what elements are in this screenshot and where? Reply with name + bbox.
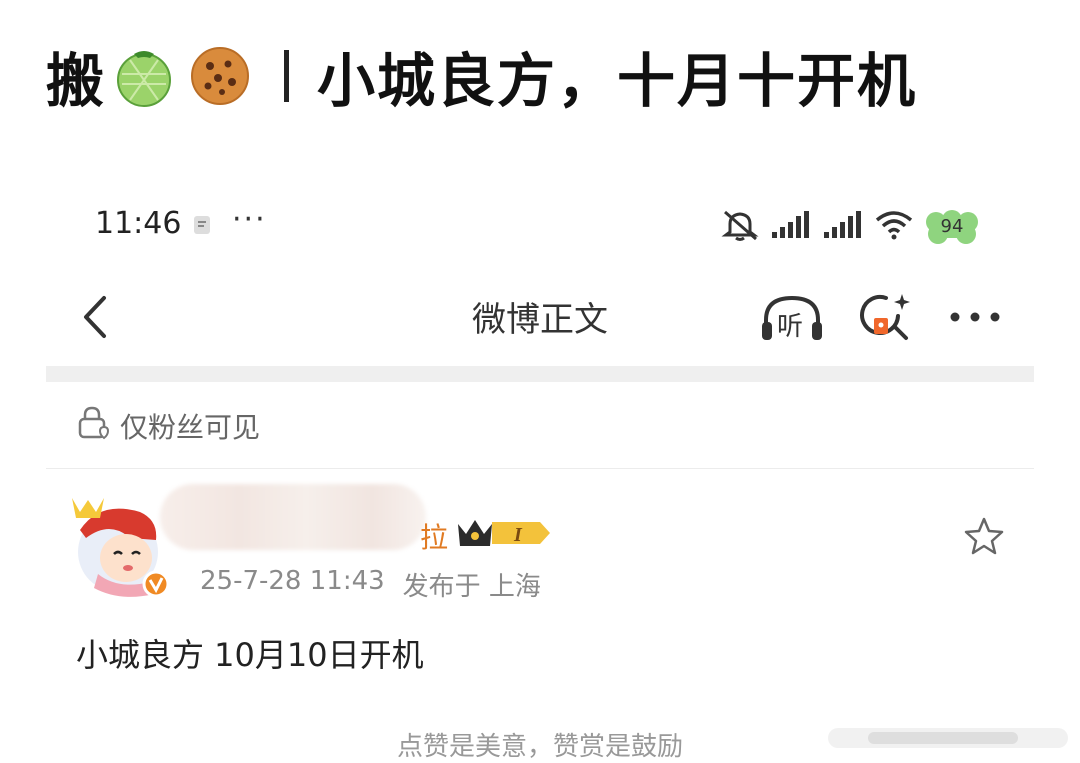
- headline-title: 小城良方，十月十开机: [317, 47, 918, 115]
- post-meta: 25-7-28 11:43 发布于 上海: [200, 566, 541, 603]
- more-icon[interactable]: [948, 307, 1002, 331]
- post-location: 发布于 上海: [402, 572, 541, 602]
- status-time: 11:46: [95, 206, 182, 241]
- mute-bell-icon: [720, 208, 760, 246]
- status-more-dots: ···: [232, 202, 267, 237]
- divider-line: [46, 468, 1034, 469]
- signal-icon-2: [822, 210, 864, 244]
- post-timestamp: 25-7-28 11:43: [200, 566, 385, 596]
- status-bar: 11:46 ··· 94: [0, 200, 1080, 256]
- favorite-star-icon[interactable]: [964, 516, 1004, 556]
- headline-prefix: 搬: [46, 47, 107, 115]
- signal-icon: [770, 210, 812, 244]
- cookie-emoji-icon: [188, 44, 252, 108]
- username-visible-part[interactable]: 拉: [420, 516, 448, 556]
- listen-icon[interactable]: 听: [760, 292, 824, 346]
- app-notification-icon: [192, 214, 212, 236]
- nav-bar: 微博正文 听: [0, 280, 1080, 352]
- lock-heart-icon: [76, 405, 112, 448]
- username-blurred[interactable]: [160, 484, 426, 550]
- watermark-icon: [828, 728, 1068, 748]
- nav-actions: 听: [760, 290, 1002, 348]
- visibility-indicator: 仅粉丝可见: [76, 404, 260, 448]
- post-content: 小城良方 10月10日开机: [76, 636, 424, 674]
- headline: 搬 小城良方，十月十开机: [46, 36, 917, 116]
- battery-level: 94: [940, 216, 964, 237]
- member-badge-icon[interactable]: I: [456, 516, 552, 550]
- headline-separator: [284, 50, 290, 102]
- listen-label: 听: [777, 312, 804, 342]
- wifi-icon: [874, 210, 914, 244]
- battery-icon: 94: [924, 210, 980, 244]
- status-right-group: 94: [720, 208, 980, 246]
- search-ai-icon[interactable]: [858, 290, 914, 348]
- visibility-label: 仅粉丝可见: [120, 411, 261, 444]
- section-divider: [46, 366, 1034, 382]
- melon-emoji-icon: [112, 44, 176, 108]
- badge-level: I: [513, 524, 523, 546]
